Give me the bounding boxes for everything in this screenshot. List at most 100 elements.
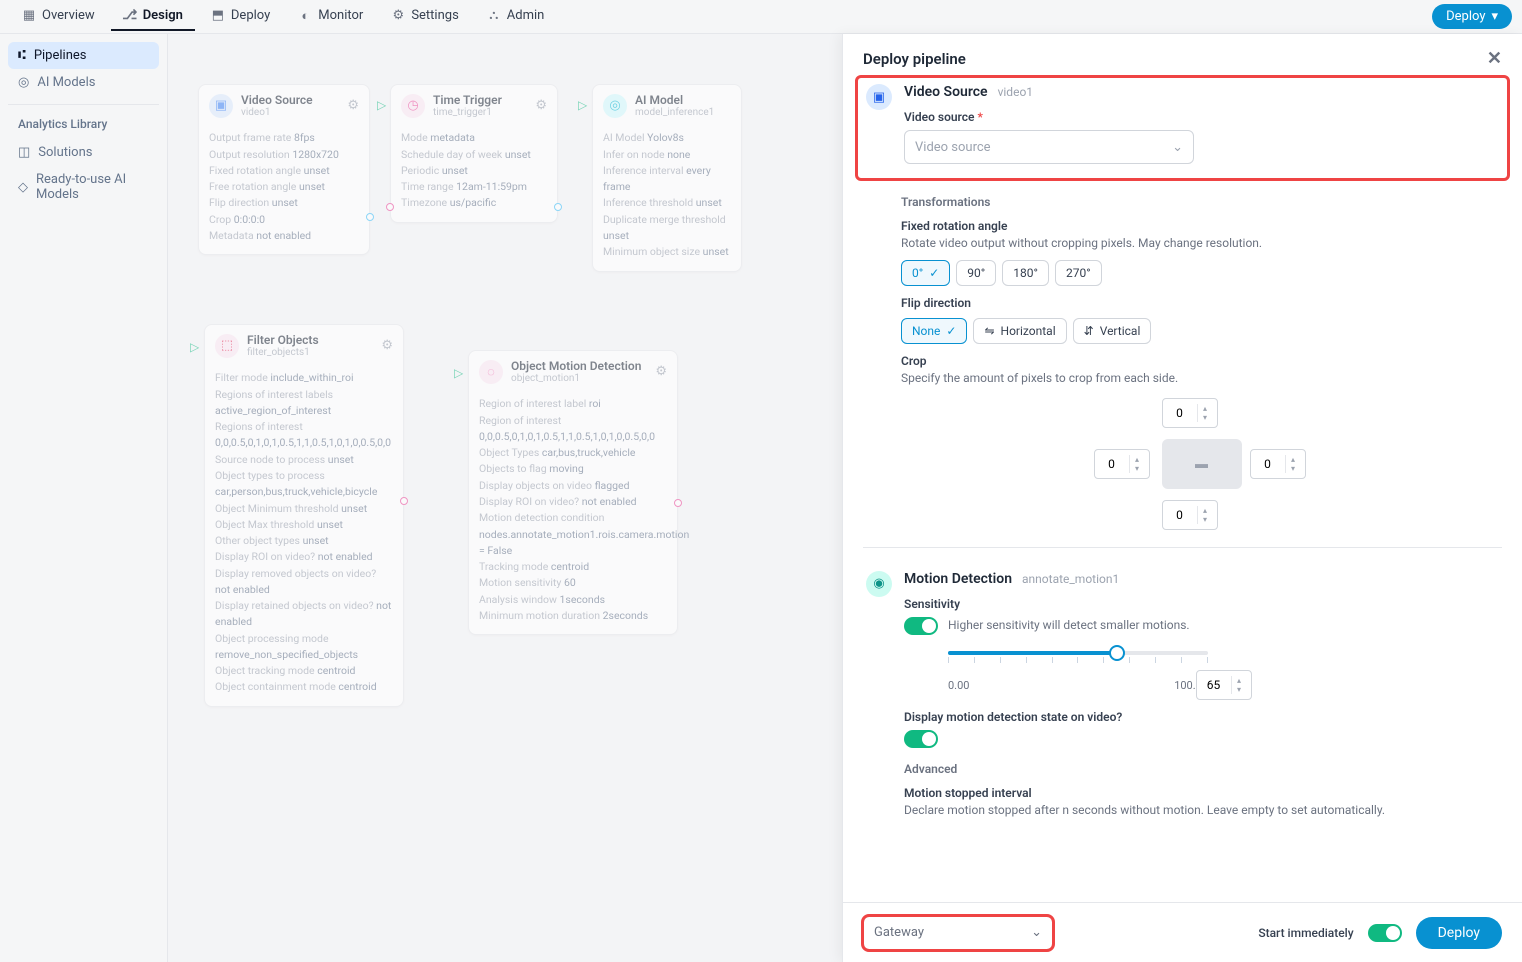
flip-none[interactable]: None✓ — [901, 318, 967, 344]
rotation-0[interactable]: 0°✓ — [901, 260, 950, 286]
check-icon: ✓ — [946, 324, 956, 338]
pipeline-icon: ⑆ — [18, 48, 26, 63]
grid-icon: ▦ — [22, 9, 36, 23]
rotation-90[interactable]: 90° — [956, 260, 996, 286]
field-label-rotation: Fixed rotation angle — [901, 219, 1502, 233]
nav-label: Design — [143, 8, 183, 23]
step-down-icon[interactable]: ▾ — [1198, 515, 1213, 524]
start-immediately-toggle[interactable] — [1368, 924, 1402, 942]
flip-h-icon: ⇋ — [984, 324, 994, 338]
nav-admin[interactable]: ⛬ Admin — [475, 2, 557, 31]
nav-label: Overview — [42, 8, 95, 23]
field-label-crop: Crop — [901, 354, 1502, 368]
design-icon: ⎇ — [123, 9, 137, 23]
gear-icon: ⚙ — [391, 9, 405, 23]
panel-footer: Gateway ⌄ Start immediately Deploy — [843, 902, 1522, 962]
field-label-display-state: Display motion detection state on video? — [904, 710, 1499, 724]
sidebar-item-label: Pipelines — [34, 48, 87, 63]
sidebar-item-solutions[interactable]: ◫ Solutions — [8, 139, 159, 166]
crop-left-input[interactable]: ▴▾ — [1094, 449, 1150, 479]
flip-vertical[interactable]: ⇵Vertical — [1073, 318, 1152, 344]
sidebar-lib-header: Analytics Library — [8, 113, 159, 139]
slider-min: 0.00 — [948, 679, 969, 692]
monitor-icon: ◐ — [298, 9, 312, 23]
nav-settings[interactable]: ⚙ Settings — [379, 2, 470, 31]
nav-monitor[interactable]: ◐ Monitor — [286, 2, 375, 31]
sensitivity-value-input[interactable]: ▴▾ — [1196, 670, 1252, 700]
select-placeholder: Video source — [915, 140, 991, 155]
section-title: Video Source — [904, 84, 988, 100]
field-desc: Rotate video output without cropping pix… — [901, 235, 1502, 252]
sidebar-item-label: Solutions — [38, 145, 92, 160]
nav-design[interactable]: ⎇ Design — [111, 2, 195, 31]
step-up-icon[interactable]: ▴ — [1286, 455, 1301, 464]
motion-icon: ◉ — [866, 571, 892, 597]
nav-label: Admin — [507, 8, 545, 23]
group-title-transformations: Transformations — [901, 195, 1502, 209]
sensitivity-slider[interactable] — [948, 645, 1208, 673]
chevron-down-icon: ⌄ — [1031, 925, 1042, 940]
top-nav: ▦ Overview ⎇ Design ⬒ Deploy ◐ Monitor ⚙ Sett… — [0, 0, 1522, 34]
rotation-180[interactable]: 180° — [1002, 260, 1049, 286]
start-immediately-label: Start immediately — [1258, 926, 1353, 940]
section-motion-detection: ◉ Motion Detection annotate_motion1 Sensi… — [863, 562, 1502, 836]
solutions-icon: ◫ — [18, 145, 30, 160]
crop-right-input[interactable]: ▴▾ — [1250, 449, 1306, 479]
rotation-270[interactable]: 270° — [1055, 260, 1102, 286]
step-up-icon[interactable]: ▴ — [1130, 455, 1145, 464]
deploy-panel: Deploy pipeline ✕ ▣ Video Source video1 V… — [842, 34, 1522, 962]
check-icon: ✓ — [929, 266, 939, 280]
field-desc: Specify the amount of pixels to crop fro… — [901, 370, 1502, 387]
section-video-source: ▣ Video Source video1 Video source * Vide… — [855, 75, 1510, 181]
step-up-icon[interactable]: ▴ — [1232, 676, 1247, 685]
crop-top-input[interactable]: ▴▾ — [1162, 398, 1218, 428]
sidebar: ⑆Pipelines ◎AI Models Analytics Library … — [0, 34, 168, 962]
step-down-icon[interactable]: ▾ — [1130, 464, 1145, 473]
group-title-advanced: Advanced — [904, 762, 1499, 776]
crop-preview: ▬ — [1162, 439, 1242, 489]
section-title: Motion Detection — [904, 571, 1012, 587]
nav-overview[interactable]: ▦ Overview — [10, 2, 107, 31]
deploy-icon: ⬒ — [211, 9, 225, 23]
flip-horizontal[interactable]: ⇋Horizontal — [973, 318, 1066, 344]
section-subtitle: video1 — [998, 85, 1033, 99]
models-icon: ◇ — [18, 180, 28, 195]
sidebar-item-ai-models[interactable]: ◎AI Models — [8, 69, 159, 96]
display-state-toggle[interactable] — [904, 730, 938, 748]
nav-deploy[interactable]: ⬒ Deploy — [199, 2, 282, 31]
sidebar-item-label: AI Models — [37, 75, 95, 90]
nav-label: Monitor — [318, 8, 363, 23]
sidebar-item-pipelines[interactable]: ⑆ Pipelines — [8, 42, 159, 69]
section-subtitle: annotate_motion1 — [1022, 572, 1119, 586]
field-label: Video source — [904, 110, 974, 124]
step-down-icon[interactable]: ▾ — [1232, 685, 1247, 694]
step-down-icon[interactable]: ▾ — [1286, 464, 1301, 473]
gateway-placeholder: Gateway — [874, 925, 924, 940]
panel-title: Deploy pipeline — [863, 50, 966, 68]
close-icon[interactable]: ✕ — [1487, 48, 1502, 69]
admin-icon: ⛬ — [487, 9, 501, 23]
field-label-flip: Flip direction — [901, 296, 1502, 310]
gateway-select[interactable]: Gateway ⌄ — [863, 916, 1053, 950]
sidebar-item-ready-models[interactable]: ◇ Ready-to-use AI Models — [8, 166, 159, 208]
deploy-dropdown-button[interactable]: Deploy ▾ — [1432, 4, 1512, 29]
crop-bottom-input[interactable]: ▴▾ — [1162, 500, 1218, 530]
video-source-select[interactable]: Video source⌄ — [904, 130, 1194, 164]
required-marker: * — [977, 110, 982, 124]
camera-icon: ▣ — [866, 84, 892, 110]
field-desc: Declare motion stopped after n seconds w… — [904, 802, 1499, 819]
field-label-msi: Motion stopped interval — [904, 786, 1499, 800]
step-up-icon[interactable]: ▴ — [1198, 506, 1213, 515]
field-desc: Higher sensitivity will detect smaller m… — [948, 617, 1190, 634]
step-down-icon[interactable]: ▾ — [1198, 413, 1213, 422]
sidebar-item-label: Ready-to-use AI Models — [36, 172, 149, 202]
sensitivity-toggle[interactable] — [904, 617, 938, 635]
field-label-sensitivity: Sensitivity — [904, 597, 1499, 611]
deploy-button[interactable]: Deploy — [1416, 917, 1502, 949]
deploy-btn-label: Deploy — [1446, 9, 1485, 24]
nav-label: Settings — [411, 8, 458, 23]
flip-v-icon: ⇵ — [1084, 324, 1094, 338]
chevron-down-icon: ▾ — [1491, 9, 1498, 24]
nav-label: Deploy — [231, 8, 270, 23]
step-up-icon[interactable]: ▴ — [1198, 404, 1213, 413]
